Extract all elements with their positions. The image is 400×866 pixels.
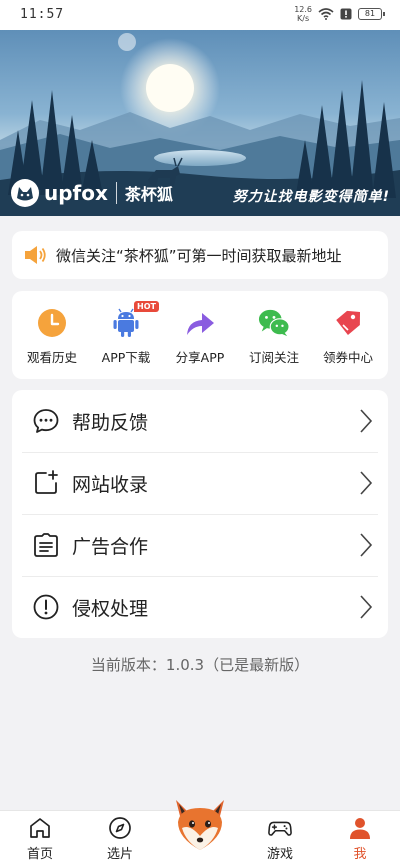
- status-indicators: 12.6 K/s 81: [294, 5, 385, 23]
- hot-badge: HOT: [134, 301, 159, 312]
- tab-label: 我: [353, 847, 367, 862]
- quick-action-history[interactable]: 观看历史: [16, 307, 88, 379]
- menu-item-label: 广告合作: [72, 535, 149, 558]
- compass-icon: [109, 817, 131, 839]
- quick-action-subscribe[interactable]: 订阅关注: [238, 307, 310, 379]
- document-icon: [34, 533, 58, 557]
- tab-games[interactable]: 游戏: [248, 816, 312, 862]
- version-text: 当前版本：1.0.3（已是最新版）: [90, 656, 310, 674]
- wechat-notice[interactable]: 微信关注“茶杯狐”可第一时间获取最新地址: [12, 231, 388, 279]
- quick-actions: 观看历史 HOT APP下载 分享APP 订阅关注 领券中心: [12, 291, 388, 379]
- quick-action-coupons[interactable]: 领券中心: [312, 307, 384, 379]
- tab-browse[interactable]: 选片: [88, 816, 152, 862]
- brand-row: upfox 茶杯狐: [10, 178, 173, 208]
- banner-slogan: 努力让找电影变得简单!: [232, 189, 390, 205]
- battery-indicator: 81: [358, 8, 385, 20]
- tab-fox-mascot[interactable]: [168, 800, 232, 862]
- bottom-tab-bar: 首页 选片 游戏 我: [0, 800, 400, 866]
- menu-item-help-feedback[interactable]: 帮助反馈: [12, 390, 388, 452]
- cupfox-logo-icon: [11, 179, 39, 207]
- chevron-right-icon: [360, 471, 373, 495]
- menu-item-site-submission[interactable]: 网站收录: [12, 452, 388, 514]
- menu-item-label: 帮助反馈: [72, 411, 149, 434]
- chevron-right-icon: [360, 595, 373, 619]
- tab-label: 选片: [106, 847, 133, 862]
- brand-chinese: 茶杯狐: [124, 185, 173, 204]
- banner-image[interactable]: upfox 茶杯狐 努力让找电影变得简单!: [0, 30, 400, 216]
- fox-mascot-icon: [176, 800, 224, 850]
- quick-action-label: 观看历史: [26, 350, 77, 365]
- alert-notification-icon: [340, 8, 352, 20]
- notice-text: 微信关注“茶杯狐”可第一时间获取最新地址: [56, 246, 342, 265]
- speaker-icon: [25, 246, 46, 264]
- menu-item-label: 侵权处理: [72, 597, 149, 620]
- chat-bubble-icon: [33, 409, 59, 433]
- network-speed: 12.6 K/s: [294, 5, 312, 23]
- add-page-icon: [35, 470, 58, 494]
- chevron-right-icon: [360, 533, 373, 557]
- settings-menu: 帮助反馈 网站收录 广告合作 侵权处理: [12, 390, 388, 638]
- tab-me[interactable]: 我: [328, 816, 392, 862]
- tab-label: 首页: [26, 847, 53, 862]
- status-bar: 11:57 12.6 K/s 81: [0, 0, 400, 30]
- person-icon: [350, 818, 370, 839]
- quick-action-label: 订阅关注: [248, 350, 299, 365]
- clock-icon: [36, 307, 68, 339]
- quick-action-app-download[interactable]: HOT APP下载: [90, 301, 162, 379]
- home-icon: [30, 818, 50, 838]
- wechat-icon: [258, 307, 290, 339]
- alert-icon: [33, 594, 59, 620]
- menu-item-label: 网站收录: [72, 473, 149, 496]
- tab-home[interactable]: 首页: [8, 816, 72, 862]
- chevron-right-icon: [360, 409, 373, 433]
- tab-label: 游戏: [266, 847, 293, 862]
- gamepad-icon: [268, 821, 292, 836]
- wifi-icon: [318, 8, 334, 20]
- quick-action-label: 领券中心: [322, 350, 373, 365]
- menu-item-ad-cooperation[interactable]: 广告合作: [12, 514, 388, 576]
- coupon-icon: [332, 307, 364, 339]
- brand-divider: [115, 182, 117, 204]
- brand-latin: upfox: [44, 181, 108, 205]
- status-time: 11:57: [20, 7, 65, 22]
- menu-item-infringement[interactable]: 侵权处理: [12, 576, 388, 638]
- share-icon: [184, 307, 216, 339]
- quick-action-share[interactable]: 分享APP: [164, 307, 236, 379]
- quick-action-label: 分享APP: [175, 350, 225, 365]
- quick-action-label: APP下载: [101, 350, 151, 365]
